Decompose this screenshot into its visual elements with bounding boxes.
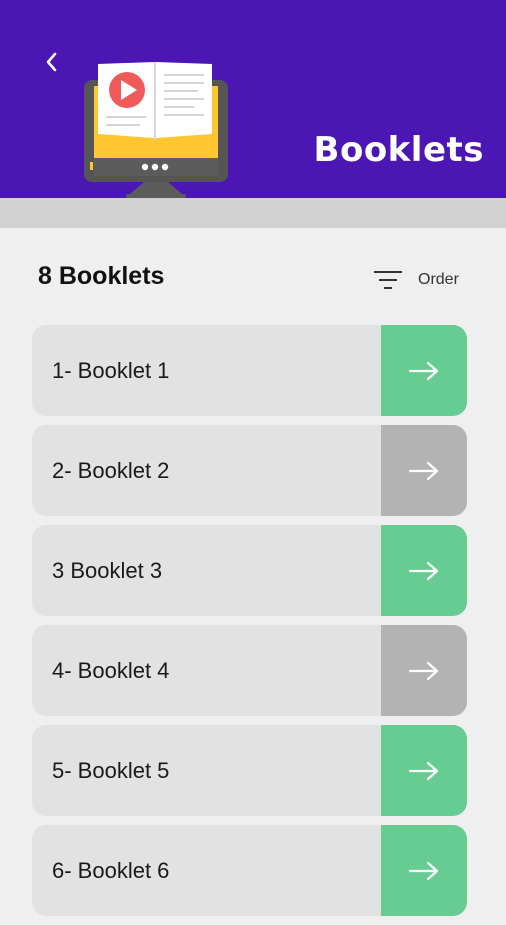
arrow-right-icon	[408, 761, 439, 780]
open-booklet-button[interactable]	[381, 325, 467, 416]
open-booklet-button[interactable]	[381, 625, 467, 716]
booklet-item[interactable]: 1- Booklet 1	[32, 325, 467, 416]
booklet-label: 6- Booklet 6	[52, 858, 170, 883]
booklet-label: 3 Booklet 3	[52, 558, 163, 583]
open-booklet-button[interactable]	[381, 425, 467, 516]
arrow-right-icon	[408, 561, 439, 580]
chevron-left-icon	[46, 52, 57, 72]
booklet-item[interactable]: 5- Booklet 5	[32, 725, 467, 816]
booklet-item[interactable]: 6- Booklet 6	[32, 825, 467, 916]
booklet-count: 8 Booklets	[38, 262, 165, 290]
open-booklet-button[interactable]	[381, 825, 467, 916]
filter-lines-icon	[374, 271, 402, 289]
order-button[interactable]: Order	[372, 266, 459, 294]
booklet-item[interactable]: 2- Booklet 2	[32, 425, 467, 516]
back-button[interactable]	[38, 48, 66, 76]
page-title: Booklets	[313, 130, 484, 170]
open-booklet-button[interactable]	[381, 725, 467, 816]
booklet-label: 1- Booklet 1	[52, 358, 170, 383]
booklet-label: 2- Booklet 2	[52, 458, 170, 483]
booklet-item[interactable]: 3 Booklet 3	[32, 525, 467, 616]
arrow-right-icon	[408, 861, 439, 880]
booklet-item[interactable]: 4- Booklet 4	[32, 625, 467, 716]
open-booklet-button[interactable]	[381, 525, 467, 616]
booklet-list: 1- Booklet 1 2- Booklet 2 3 Booklet 3 4- Bo…	[32, 325, 467, 925]
order-label: Order	[418, 271, 459, 288]
header-divider	[0, 198, 506, 228]
app-header: Booklets	[0, 0, 506, 198]
booklet-label: 5- Booklet 5	[52, 758, 170, 783]
booklet-label: 4- Booklet 4	[52, 658, 170, 683]
booklet-monitor-illustration	[84, 62, 228, 198]
arrow-right-icon	[408, 361, 439, 380]
arrow-right-icon	[408, 461, 439, 480]
arrow-right-icon	[408, 661, 439, 680]
